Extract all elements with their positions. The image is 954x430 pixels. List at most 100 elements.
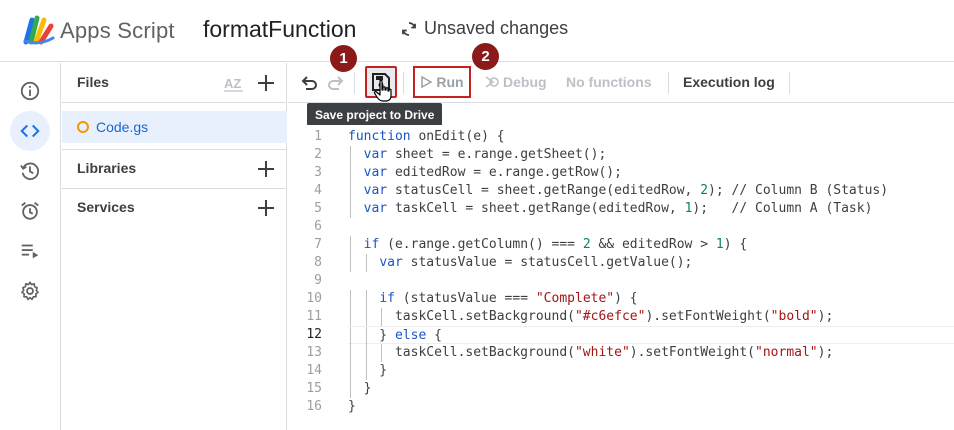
toolbar-divider <box>789 72 790 94</box>
files-title: Files <box>77 74 109 90</box>
code-line[interactable]: 11 taskCell.setBackground("#c6efce").set… <box>288 308 954 326</box>
code-text: taskCell.setBackground("white").setFontW… <box>348 345 834 360</box>
line-number: 13 <box>306 345 322 360</box>
code-icon <box>20 124 40 138</box>
code-text: function onEdit(e) { <box>348 129 505 144</box>
undo-icon[interactable] <box>298 72 320 94</box>
code-line-area[interactable]: } <box>348 380 954 398</box>
file-item-code-gs[interactable]: Code.gs <box>62 111 287 143</box>
code-line-area[interactable] <box>348 272 954 290</box>
code-text: var sheet = e.range.getSheet(); <box>363 147 607 162</box>
alarm-icon <box>21 202 39 220</box>
code-text: } <box>348 363 388 378</box>
overview-button[interactable] <box>10 71 50 111</box>
line-number: 8 <box>314 255 322 270</box>
line-number: 7 <box>314 237 322 252</box>
code-line-area[interactable] <box>348 218 954 236</box>
info-icon <box>20 81 40 101</box>
code-line-area[interactable]: taskCell.setBackground("#c6efce").setFon… <box>348 308 954 326</box>
code-line-area[interactable]: } <box>348 398 954 416</box>
line-number: 10 <box>306 291 322 306</box>
code-text: if (e.range.getColumn() === 2 && editedR… <box>363 237 748 252</box>
code-editor[interactable]: 1 function onEdit(e) {2 var sheet = e.ran… <box>288 125 954 430</box>
file-name: Code.gs <box>96 119 149 135</box>
line-number: 15 <box>306 381 322 396</box>
toolbar-divider <box>403 72 404 94</box>
files-panel: Files AZ Code.gs Libraries Services <box>62 63 287 430</box>
code-line-area[interactable]: var statusValue = statusCell.getValue(); <box>348 254 954 272</box>
code-line[interactable]: 5 var taskCell = sheet.getRange(editedRo… <box>288 200 954 218</box>
line-number: 9 <box>314 273 322 288</box>
code-line[interactable]: 13 taskCell.setBackground("white").setFo… <box>288 344 954 362</box>
services-section[interactable]: Services <box>62 188 287 226</box>
code-line[interactable]: 10 if (statusValue === "Complete") { <box>288 290 954 308</box>
code-line-area[interactable]: if (statusValue === "Complete") { <box>348 290 954 308</box>
save-status-text: Unsaved changes <box>424 18 569 38</box>
line-number: 12 <box>306 327 322 342</box>
hand-cursor-icon <box>373 79 392 102</box>
toolbar-divider <box>668 72 669 94</box>
sync-icon <box>402 21 416 36</box>
code-line-area[interactable]: var editedRow = e.range.getRow(); <box>348 164 954 182</box>
code-line-area[interactable]: function onEdit(e) { <box>348 128 954 146</box>
code-line-area[interactable]: } <box>348 362 954 380</box>
code-line[interactable]: 15 } <box>288 380 954 398</box>
code-line[interactable]: 14 } <box>288 362 954 380</box>
app-name[interactable]: Apps Script <box>60 18 175 44</box>
add-service-icon[interactable] <box>255 197 277 219</box>
code-line[interactable]: 16} <box>288 398 954 416</box>
code-line[interactable]: 3 var editedRow = e.range.getRow(); <box>288 164 954 182</box>
code-line-area[interactable]: } else { <box>348 326 954 345</box>
redo-icon[interactable] <box>325 72 347 94</box>
debug-label: Debug <box>503 74 547 90</box>
add-library-icon[interactable] <box>255 158 277 180</box>
code-line[interactable]: 2 var sheet = e.range.getSheet(); <box>288 146 954 164</box>
apps-script-logo[interactable] <box>22 14 56 46</box>
code-line-area[interactable]: var statusCell = sheet.getRange(editedRo… <box>348 182 954 200</box>
settings-button[interactable] <box>10 271 50 311</box>
code-text: } <box>348 381 372 396</box>
code-line[interactable]: 4 var statusCell = sheet.getRange(edited… <box>288 182 954 200</box>
files-header: Files AZ <box>62 63 287 103</box>
run-button[interactable]: Run <box>413 66 471 98</box>
line-number: 5 <box>314 201 322 216</box>
libraries-section[interactable]: Libraries <box>62 149 287 187</box>
project-name[interactable]: formatFunction <box>203 16 356 43</box>
function-select[interactable]: No functions <box>566 74 652 90</box>
history-button[interactable] <box>10 151 50 191</box>
add-file-icon[interactable] <box>255 72 277 94</box>
step-badge-2: 2 <box>472 43 499 70</box>
line-number: 16 <box>306 399 322 414</box>
code-text: taskCell.setBackground("#c6efce").setFon… <box>348 309 834 324</box>
debug-icon <box>485 76 499 88</box>
code-line-area[interactable]: var sheet = e.range.getSheet(); <box>348 146 954 164</box>
sort-az-icon[interactable]: AZ <box>223 72 245 94</box>
line-number: 6 <box>314 219 322 234</box>
save-tooltip: Save project to Drive <box>307 103 443 126</box>
code-line[interactable]: 6 <box>288 218 954 236</box>
executions-icon <box>21 244 39 259</box>
code-line[interactable]: 7 if (e.range.getColumn() === 2 && edite… <box>288 236 954 254</box>
code-line[interactable]: 12 } else { <box>288 326 954 345</box>
executions-button[interactable] <box>10 231 50 271</box>
code-text: } else { <box>348 328 442 343</box>
line-number: 3 <box>314 165 322 180</box>
code-line-area[interactable]: taskCell.setBackground("white").setFontW… <box>348 344 954 362</box>
code-line[interactable]: 9 <box>288 272 954 290</box>
code-text: } <box>348 399 356 414</box>
execution-log-button[interactable]: Execution log <box>683 74 775 90</box>
code-line-area[interactable]: var taskCell = sheet.getRange(editedRow,… <box>348 200 954 218</box>
triggers-button[interactable] <box>10 191 50 231</box>
code-line[interactable]: 8 var statusValue = statusCell.getValue(… <box>288 254 954 272</box>
svg-text:AZ: AZ <box>224 76 241 91</box>
code-text: if (statusValue === "Complete") { <box>379 291 638 306</box>
line-number: 4 <box>314 183 322 198</box>
editor-button[interactable] <box>10 111 50 151</box>
line-number: 11 <box>306 309 322 324</box>
services-label: Services <box>77 199 135 215</box>
code-line[interactable]: 1 function onEdit(e) { <box>288 128 954 146</box>
debug-button[interactable]: Debug <box>483 74 547 90</box>
code-line-area[interactable]: if (e.range.getColumn() === 2 && editedR… <box>348 236 954 254</box>
history-icon <box>20 162 39 180</box>
save-status: Unsaved changes <box>400 18 568 39</box>
